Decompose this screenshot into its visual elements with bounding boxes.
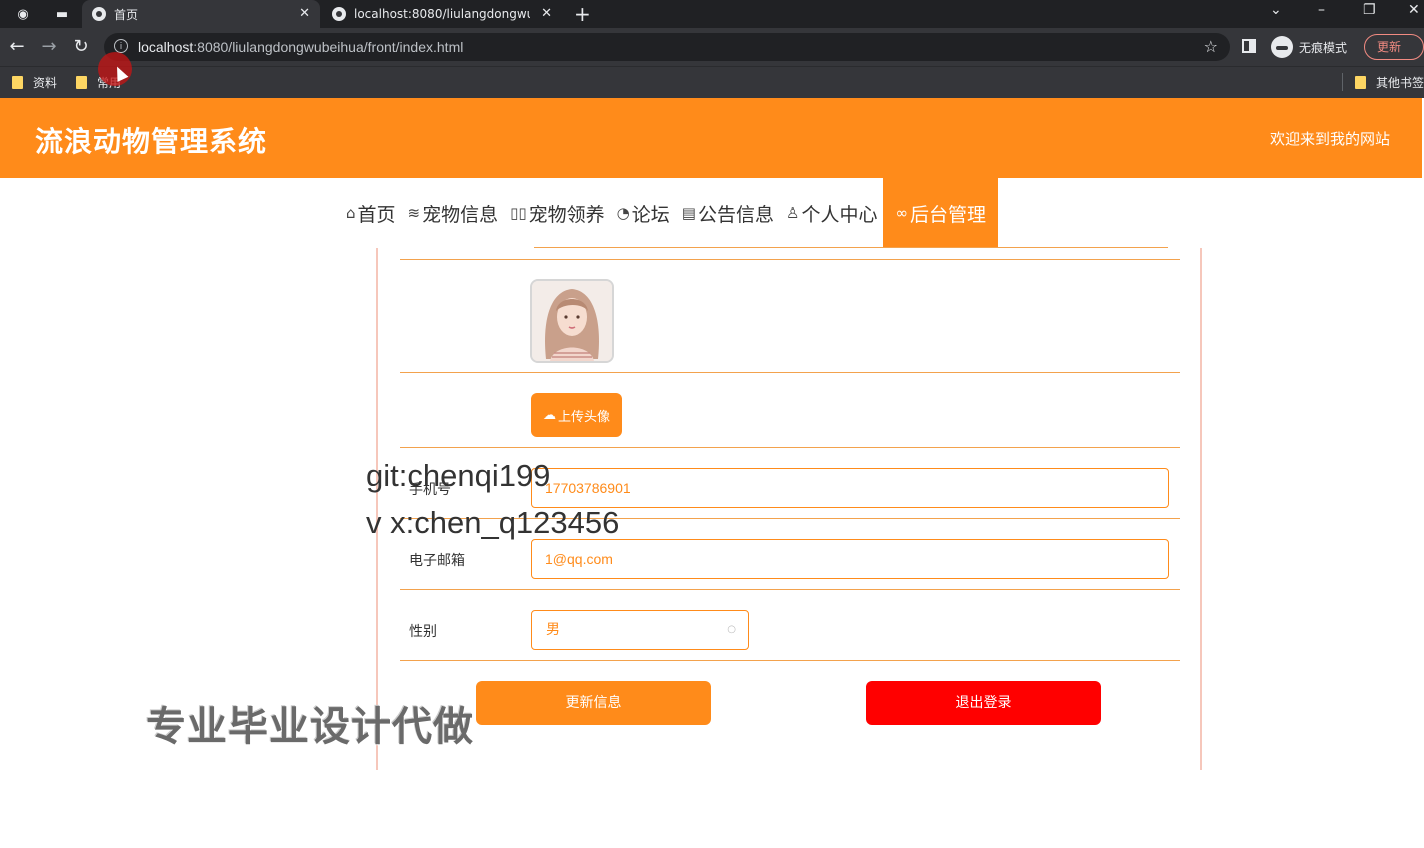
nav-label: 个人中心 [801,203,878,226]
tab-home[interactable]: 首页 ✕ [82,0,320,28]
close-icon[interactable]: ✕ [299,6,310,21]
globe-icon [92,7,106,21]
tab-search-dropdown-icon[interactable]: ⌄ [1270,2,1282,18]
link-icon: ∞ [895,204,908,222]
browser-toolbar: ← → ↻ i localhost:8080/liulangdongwubeih… [0,28,1424,66]
forum-icon: ◔ [616,204,630,222]
incognito-indicator[interactable]: 无痕模式 [1271,36,1347,58]
divider [400,589,1180,590]
divider [534,247,1168,248]
site-header: 流浪动物管理系统 欢迎来到我的网站 [0,98,1422,178]
nav-label: 宠物领养 [528,203,605,226]
tab-title: 首页 [114,7,139,22]
layers-icon: ≋ [407,204,421,222]
main-nav: ⌂ 首页 ≋ 宠物信息 ▯▯ 宠物领养 ◔ 论坛 ▤ 公告信息 ♙ 个人中心 ∞… [340,178,998,248]
upload-avatar-button[interactable]: ☁ 上传头像 [531,393,622,437]
nav-label: 宠物信息 [422,203,499,226]
tab-localhost[interactable]: localhost:8080/liulangdongwu ✕ [322,0,562,28]
gender-select[interactable]: 男 ○ [531,610,749,650]
browser-tab-bar: ◉ ▬ 首页 ✕ localhost:8080/liulangdongwu ✕ … [0,0,1424,28]
nav-notices[interactable]: ▤ 公告信息 [676,178,780,248]
nav-home[interactable]: ⌂ 首页 [340,178,402,248]
folder-icon [76,76,87,89]
tab-window-icon[interactable]: ▬ [51,4,73,24]
globe-icon [332,7,346,21]
bookmark-star-icon[interactable]: ☆ [1204,37,1218,56]
new-tab-button[interactable]: + [574,2,591,26]
nav-pet-adoption[interactable]: ▯▯ 宠物领养 [504,178,611,248]
url-text[interactable]: localhost:8080/liulangdongwubeihua/front… [138,39,463,55]
notice-icon: ▤ [681,204,696,222]
divider [400,660,1180,661]
logout-button[interactable]: 退出登录 [866,681,1101,725]
window-close-icon[interactable]: ✕ [1408,2,1420,18]
chevron-down-icon: ○ [727,624,736,635]
gender-value: 男 [546,622,560,638]
nav-label: 后台管理 [909,203,986,226]
minimize-icon[interactable]: – [1318,2,1325,18]
watermark-ad: 专业毕业设计代做 [146,704,474,750]
bookmark-separator [1342,73,1343,91]
tab-title: localhost:8080/liulangdongwu [354,7,530,21]
bookmark-label: 其他书签 [1376,76,1424,90]
other-bookmarks[interactable]: 其他书签 [1355,74,1424,91]
close-icon[interactable]: ✕ [541,6,552,21]
nav-admin[interactable]: ∞ 后台管理 [883,178,998,248]
side-panel-icon[interactable] [1242,39,1256,53]
site-title: 流浪动物管理系统 [35,125,268,158]
back-arrow-icon[interactable]: ← [6,36,28,58]
folder-icon [1355,76,1366,89]
home-icon: ⌂ [346,204,356,222]
gender-label: 性别 [409,624,437,640]
tab-search-icon[interactable]: ◉ [12,4,34,24]
folder-icon [12,76,23,89]
email-label: 电子邮箱 [409,553,465,569]
nav-label: 首页 [357,203,396,226]
nav-label: 公告信息 [697,203,774,226]
grid-icon: ▯▯ [510,204,527,222]
bookmark-label: 资料 [33,76,58,90]
divider [400,259,1180,260]
cloud-upload-icon: ☁ [542,407,556,423]
bookmark-folder-ziliao[interactable]: 资料 [12,74,57,91]
divider [400,372,1180,373]
divider [400,447,1180,448]
reload-icon[interactable]: ↻ [70,36,92,58]
restore-icon[interactable]: ❐ [1363,2,1376,18]
avatar[interactable] [530,279,614,363]
browser-update-button[interactable]: 更新 [1364,34,1424,60]
incognito-icon [1271,36,1293,58]
nav-personal-center[interactable]: ♙ 个人中心 [780,178,883,248]
nav-forum[interactable]: ◔ 论坛 [611,178,676,248]
watermark-git: git:chenqi199 [366,458,551,493]
avatar-portrait [532,281,612,361]
phone-field[interactable]: 17703786901 [531,468,1169,508]
bookmarks-bar: 资料 常用 其他书签 [0,66,1424,98]
user-icon: ♙ [785,204,800,222]
nav-label: 论坛 [631,203,670,226]
email-field[interactable]: 1@qq.com [531,539,1169,579]
upload-label: 上传头像 [557,409,610,425]
site-info-icon[interactable]: i [114,39,128,53]
watermark-wechat: v x:chen_q123456 [366,505,620,540]
address-bar[interactable]: i localhost:8080/liulangdongwubeihua/fro… [104,33,1230,61]
welcome-text: 欢迎来到我的网站 [1269,130,1390,148]
forward-arrow-icon[interactable]: → [38,36,60,58]
incognito-label: 无痕模式 [1299,40,1348,55]
nav-pet-info[interactable]: ≋ 宠物信息 [402,178,505,248]
update-info-button[interactable]: 更新信息 [476,681,711,725]
